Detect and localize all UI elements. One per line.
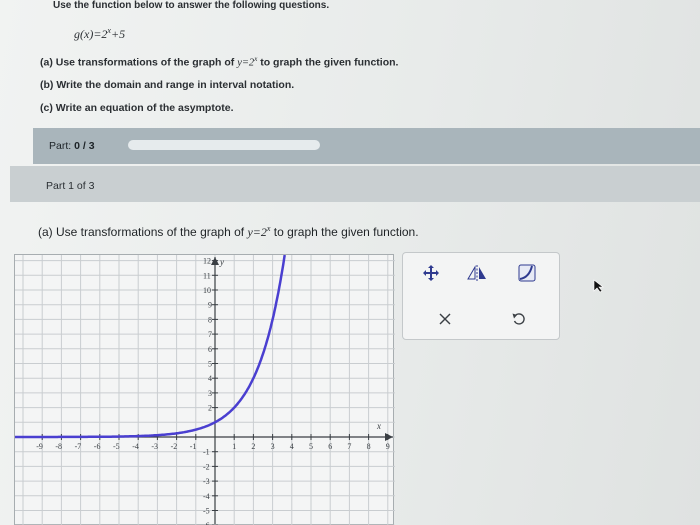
progress-label: Part: 0 / 3 [49, 140, 95, 152]
y-tick-label: 10 [203, 286, 211, 295]
y-tick-label: 2 [208, 404, 212, 413]
y-tick-label: 4 [208, 374, 212, 383]
y-tick-label: -6 [203, 521, 210, 525]
part-header-label: Part 1 of 3 [46, 180, 95, 192]
part-question: (a) Use transformations of the graph of … [38, 224, 419, 239]
x-tick-label: 1 [232, 442, 236, 451]
y-tick-label: -4 [203, 492, 210, 501]
x-tick-label: 9 [386, 442, 390, 451]
x-tick-label: 6 [328, 442, 332, 451]
y-tick-label: 8 [208, 315, 212, 324]
x-tick-label: -2 [171, 442, 178, 451]
undo-icon[interactable] [507, 307, 531, 331]
x-tick-label: -4 [132, 442, 139, 451]
y-tick-label: -3 [203, 477, 210, 486]
x-tick-label: 4 [290, 442, 294, 451]
graph-svg[interactable]: xy-9-8-7-6-5-4-3-2-112345678914131211109… [13, 216, 408, 525]
y-tick-label: 11 [203, 271, 211, 280]
part-header: Part 1 of 3 [10, 166, 700, 202]
y-tick-label: 7 [208, 330, 212, 339]
y-tick-label: 9 [208, 301, 212, 310]
question-b: (b) Write the domain and range in interv… [40, 79, 295, 91]
y-tick-label: 5 [208, 360, 212, 369]
x-axis-label: x [376, 421, 381, 431]
y-tick-label: 3 [208, 389, 212, 398]
y-tick-label: -2 [203, 462, 210, 471]
graph-canvas[interactable]: xy-9-8-7-6-5-4-3-2-112345678914131211109… [13, 216, 408, 525]
close-icon[interactable] [433, 307, 457, 331]
x-tick-label: -7 [75, 442, 82, 451]
y-tick-label: 6 [208, 345, 212, 354]
y-tick-label: 12 [203, 257, 211, 266]
exponential-curve-icon[interactable] [515, 261, 539, 285]
progress-track [128, 140, 320, 150]
x-tick-label: -3 [151, 442, 158, 451]
graph-toolbox [402, 252, 560, 340]
function-definition: g(x)=2x+5 [74, 26, 126, 41]
x-tick-label: -5 [113, 442, 120, 451]
x-tick-label: -1 [190, 442, 197, 451]
progress-section: Part: 0 / 3 [33, 128, 700, 164]
x-tick-label: -9 [36, 442, 43, 451]
question-c: (c) Write an equation of the asymptote. [40, 102, 234, 114]
move-arrows-icon[interactable] [419, 261, 443, 285]
x-tick-label: 7 [347, 442, 351, 451]
mouse-cursor-icon [593, 279, 604, 293]
exponential-curve [13, 254, 286, 439]
x-tick-label: 2 [251, 442, 255, 451]
y-tick-label: -5 [203, 507, 210, 516]
y-tick-label: -1 [203, 448, 210, 457]
reflect-icon[interactable] [465, 261, 489, 285]
y-axis-label: y [219, 257, 224, 267]
x-tick-label: -8 [55, 442, 62, 451]
x-tick-label: 8 [367, 442, 371, 451]
x-axis-arrow [385, 433, 393, 441]
instructions-text: Use the function below to answer the fol… [53, 0, 330, 11]
x-tick-label: 3 [271, 442, 275, 451]
x-tick-label: -6 [94, 442, 101, 451]
x-tick-label: 5 [309, 442, 313, 451]
question-a: (a) Use transformations of the graph of … [40, 55, 399, 69]
